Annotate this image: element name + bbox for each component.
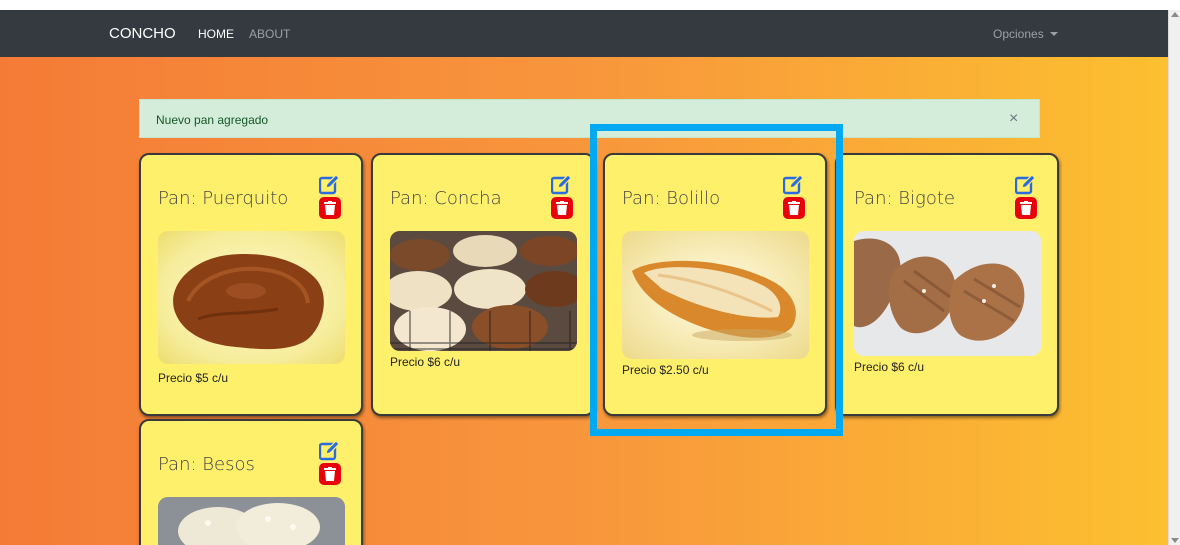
vertical-scrollbar[interactable] [1168, 10, 1180, 545]
scroll-down-arrow-icon[interactable] [1171, 538, 1179, 543]
bread-card-bigote: Pan: Bigote Precio $6 c/u [835, 153, 1059, 416]
delete-button[interactable] [1015, 197, 1037, 219]
edit-icon[interactable] [782, 173, 805, 195]
options-dropdown-label: Opciones [993, 27, 1044, 41]
window-top-strip [0, 0, 1180, 10]
card-title: Pan: Concha [390, 188, 502, 209]
delete-button[interactable] [319, 463, 341, 485]
trash-icon [1020, 201, 1032, 215]
delete-button[interactable] [551, 197, 573, 219]
success-alert: Nuevo pan agregado × [139, 99, 1040, 138]
card-price: Precio $5 c/u [158, 371, 229, 385]
edit-icon[interactable] [318, 173, 341, 195]
navbar: CONCHO HOME ABOUT Opciones [0, 10, 1168, 57]
trash-icon [324, 201, 336, 215]
bread-image-puerquito [158, 231, 345, 364]
navbar-brand[interactable]: CONCHO [109, 25, 176, 42]
bread-card-puerquito: Pan: Puerquito Precio $5 c/u [139, 153, 363, 416]
bread-image-concha [390, 231, 577, 351]
bread-card-concha: Pan: Concha Precio $6 c/u [371, 153, 595, 416]
bread-image-besos [158, 497, 345, 545]
card-price: Precio $6 c/u [854, 360, 925, 374]
caret-down-icon [1049, 32, 1058, 36]
card-title: Pan: Puerquito [158, 188, 289, 209]
scroll-up-arrow-icon[interactable] [1171, 12, 1179, 17]
edit-icon[interactable] [1014, 173, 1037, 195]
trash-icon [324, 467, 336, 481]
alert-message: Nuevo pan agregado [156, 113, 269, 127]
bread-image-bolillo [622, 231, 809, 359]
delete-button[interactable] [319, 197, 341, 219]
card-price: Precio $2.50 c/u [622, 363, 709, 377]
bread-card-besos: Pan: Besos [139, 419, 363, 545]
bread-image-bigote [854, 231, 1041, 356]
card-title: Pan: Bigote [854, 188, 956, 209]
options-dropdown[interactable]: Opciones [993, 27, 1058, 41]
delete-button[interactable] [783, 197, 805, 219]
card-title: Pan: Besos [158, 454, 255, 475]
trash-icon [788, 201, 800, 215]
alert-close-button[interactable]: × [1009, 110, 1018, 128]
bread-card-bolillo: Pan: Bolillo Precio $2.50 c/u [603, 153, 827, 416]
nav-link-about[interactable]: ABOUT [249, 27, 290, 41]
card-title: Pan: Bolillo [622, 188, 721, 209]
nav-link-home[interactable]: HOME [198, 27, 234, 41]
trash-icon [556, 201, 568, 215]
edit-icon[interactable] [318, 439, 341, 461]
card-price: Precio $6 c/u [390, 355, 461, 369]
edit-icon[interactable] [550, 173, 573, 195]
